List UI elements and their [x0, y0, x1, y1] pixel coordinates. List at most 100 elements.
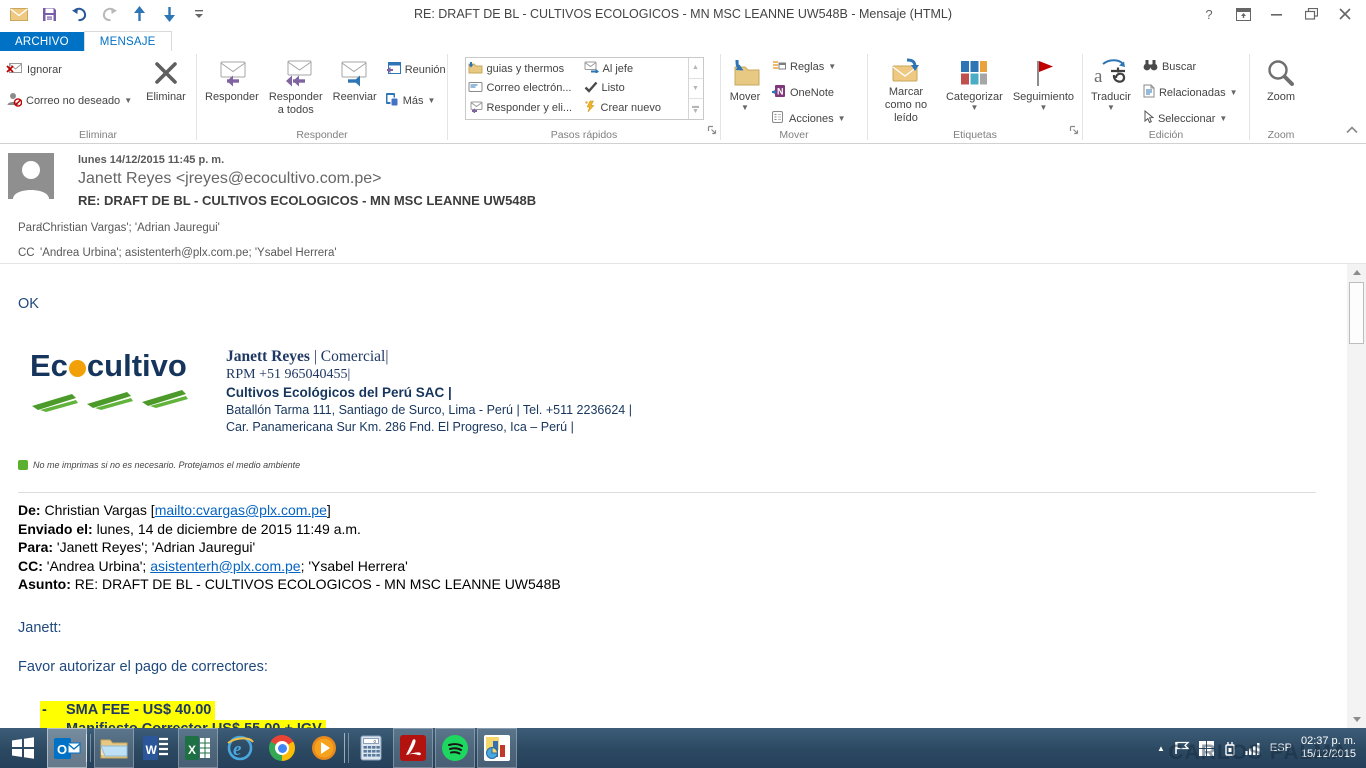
eco-note: No me imprimas si no es necesario. Prote… — [18, 460, 1326, 470]
select-button[interactable]: Seleccionar ▼ — [1140, 108, 1241, 129]
reply-all-button[interactable]: Responder a todos — [264, 53, 328, 125]
vertical-scrollbar[interactable] — [1347, 264, 1366, 728]
dropdown-caret-icon: ▼ — [970, 104, 978, 112]
hidden-icons-chevron-icon[interactable]: ▲ — [1157, 744, 1165, 753]
mark-unread-button[interactable]: Marcar como no leído — [871, 53, 941, 125]
next-item-icon[interactable] — [160, 5, 178, 23]
group-label: Pasos rápidos — [448, 129, 720, 141]
taskbar-calculator[interactable]: 0 — [351, 728, 391, 768]
avatar — [8, 153, 54, 199]
scrollbar-down-icon[interactable] — [1347, 711, 1366, 728]
undo-icon[interactable] — [70, 5, 88, 23]
quickstep-al-jefe[interactable]: Al jefe — [584, 59, 686, 78]
minimize-icon[interactable] — [1262, 3, 1292, 25]
outlook-message-window: RE: DRAFT DE BL - CULTIVOS ECOLOGICOS - … — [0, 0, 1366, 768]
delete-button[interactable]: Eliminar — [141, 53, 191, 125]
clock[interactable]: 02:37 p. m. 15/12/2015 — [1301, 735, 1356, 761]
taskbar-internet-explorer[interactable]: e — [220, 728, 260, 768]
magnifier-icon — [1266, 55, 1296, 91]
group-edicion: a Traducir ▼ Buscar Relacionadas ▼ — [1083, 51, 1249, 143]
save-icon[interactable] — [40, 5, 58, 23]
collapse-ribbon-icon[interactable] — [1346, 121, 1358, 139]
previous-item-icon[interactable] — [130, 5, 148, 23]
taskbar-media-player[interactable] — [304, 728, 344, 768]
tab-archivo[interactable]: ARCHIVO — [0, 32, 84, 51]
to-manager-icon — [584, 61, 599, 76]
zoom-button[interactable]: Zoom — [1261, 53, 1301, 125]
restore-icon[interactable] — [1296, 3, 1326, 25]
quickstep-guias-y-thermos[interactable]: guias y thermos — [468, 59, 580, 78]
more-respond-button[interactable]: Más ▼ — [382, 90, 449, 111]
to-recipients[interactable]: 'Christian Vargas'; 'Adrian Jauregui' — [40, 222, 220, 234]
move-button[interactable]: Mover ▼ — [724, 53, 766, 125]
taskbar-chrome[interactable] — [262, 728, 302, 768]
help-icon[interactable]: ? — [1194, 3, 1224, 25]
taskbar-file-explorer[interactable] — [94, 728, 134, 768]
rules-button[interactable]: Reglas ▼ — [768, 56, 849, 77]
customize-qat-icon[interactable] — [190, 5, 208, 23]
reading-pane: OK Eccultivo Janett Reyes | Comercial| R… — [0, 264, 1366, 728]
binoculars-icon — [1143, 59, 1158, 74]
more-respond-icon — [385, 92, 399, 110]
scroll-more-icon[interactable]: ▬▼ — [689, 98, 703, 119]
message-from[interactable]: Janett Reyes <jreyes@ecocultivo.com.pe> — [78, 170, 1366, 188]
dialog-launcher-icon[interactable] — [707, 122, 717, 140]
quickstep-listo[interactable]: Listo — [584, 79, 686, 98]
network-signal-icon[interactable] — [1245, 742, 1261, 755]
redo-icon[interactable] — [100, 5, 118, 23]
group-zoom: Zoom Zoom — [1250, 51, 1312, 143]
scrollbar-thumb[interactable] — [1349, 282, 1364, 344]
categorize-button[interactable]: Categorizar ▼ — [941, 53, 1008, 125]
tab-mensaje[interactable]: MENSAJE — [84, 31, 172, 51]
windows-tray-icon[interactable] — [1199, 741, 1214, 756]
power-plug-icon[interactable] — [1223, 741, 1236, 756]
related-button[interactable]: Relacionadas ▼ — [1140, 82, 1241, 103]
translate-button[interactable]: a Traducir ▼ — [1086, 53, 1136, 125]
cursor-icon — [1143, 110, 1154, 127]
svg-text:W: W — [146, 743, 158, 757]
scroll-down-icon[interactable]: ▼ — [689, 78, 703, 99]
onenote-button[interactable]: N OneNote — [768, 82, 849, 103]
follow-up-button[interactable]: Seguimiento ▼ — [1008, 53, 1079, 125]
message-date: lunes 14/12/2015 11:45 p. m. — [78, 152, 1366, 166]
taskbar-excel[interactable]: X — [178, 728, 218, 768]
scrollbar-up-icon[interactable] — [1347, 264, 1366, 281]
ribbon-tabs: ARCHIVO MENSAJE — [0, 28, 1366, 51]
close-icon[interactable] — [1330, 3, 1360, 25]
svg-text:O: O — [57, 742, 67, 757]
group-label: Eliminar — [0, 129, 196, 141]
taskbar-adobe-reader[interactable] — [393, 728, 433, 768]
mail-icon[interactable] — [10, 5, 28, 23]
action-center-flag-icon[interactable] — [1174, 741, 1190, 755]
language-indicator[interactable]: ESP — [1270, 742, 1292, 754]
meeting-button[interactable]: Reunión — [382, 59, 449, 80]
cc-label: CC — [8, 247, 40, 259]
find-button[interactable]: Buscar — [1140, 56, 1241, 77]
list-item: -SMA FEE - US$ 40.00 — [40, 701, 1326, 720]
scroll-up-icon[interactable]: ▲ — [689, 58, 703, 78]
ribbon-display-options-icon[interactable] — [1228, 3, 1258, 25]
taskbar-stats-app[interactable] — [477, 728, 517, 768]
taskbar-outlook[interactable]: O — [47, 728, 87, 768]
forward-button[interactable]: Reenviar — [328, 53, 382, 125]
message-header: lunes 14/12/2015 11:45 p. m. Janett Reye… — [0, 144, 1366, 264]
dropdown-caret-icon: ▼ — [427, 97, 435, 105]
translate-icon: a — [1093, 55, 1129, 91]
quickstep-responder-y-eliminar[interactable]: Responder y eli... — [468, 99, 580, 118]
email-link[interactable]: asistenterh@plx.com.pe — [150, 558, 300, 574]
quickstep-correo-electronico[interactable]: Correo electrón... — [468, 79, 580, 98]
junk-button[interactable]: Correo no deseado ▼ — [3, 90, 135, 111]
rules-icon — [771, 59, 786, 74]
cc-recipients[interactable]: 'Andrea Urbina'; asistenterh@plx.com.pe;… — [40, 247, 337, 259]
dropdown-caret-icon: ▼ — [741, 104, 749, 112]
quickstep-crear-nuevo[interactable]: Crear nuevo — [584, 99, 686, 118]
actions-button[interactable]: Acciones ▼ — [768, 108, 849, 129]
reply-button[interactable]: Responder — [200, 53, 264, 125]
ignore-button[interactable]: Ignorar — [3, 59, 135, 80]
mailto-link[interactable]: mailto:cvargas@plx.com.pe — [155, 502, 327, 518]
follow-up-flag-icon — [1031, 55, 1055, 91]
taskbar-word[interactable]: W — [136, 728, 176, 768]
taskbar-spotify[interactable] — [435, 728, 475, 768]
dialog-launcher-icon[interactable] — [1069, 122, 1079, 140]
start-button[interactable] — [0, 728, 46, 768]
